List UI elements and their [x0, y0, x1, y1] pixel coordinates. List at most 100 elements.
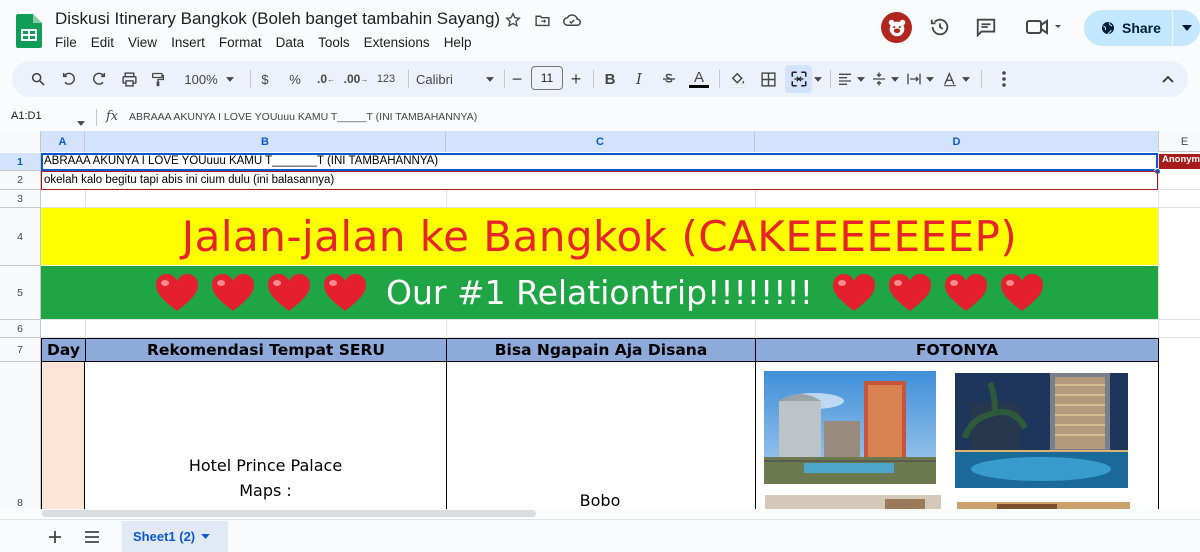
collapse-menus-icon[interactable] [1158, 67, 1178, 91]
row-header-3[interactable]: 3 [0, 190, 41, 208]
place-maps-label[interactable]: Maps : [86, 481, 445, 500]
row-header-6[interactable]: 6 [0, 320, 41, 338]
star-icon[interactable] [503, 10, 523, 30]
print-icon[interactable] [117, 67, 141, 91]
name-box[interactable]: A1:D1 [11, 110, 42, 122]
increase-font-size-button[interactable]: + [567, 67, 585, 91]
place-name[interactable]: Hotel Prince Palace [86, 456, 445, 475]
decrease-decimal-button[interactable]: .0 ← [314, 67, 338, 91]
share-button[interactable]: Share [1084, 10, 1200, 46]
row-header-1[interactable]: 1 [0, 153, 41, 171]
heart-icon [832, 273, 875, 311]
row-header-2[interactable]: 2 [0, 171, 41, 190]
font-family-select[interactable]: Calibri [416, 67, 494, 91]
undo-icon[interactable] [57, 67, 81, 91]
fill-color-icon[interactable] [726, 67, 750, 91]
anonymous-user-avatar[interactable] [881, 12, 912, 43]
horizontal-scrollbar[interactable] [0, 509, 1200, 519]
header-activity-cell[interactable]: Bisa Ngapain Aja Disana [446, 338, 756, 362]
more-formats-button[interactable]: 123 [373, 67, 399, 91]
menu-tools[interactable]: Tools [311, 33, 357, 52]
banner-title-cell[interactable]: Jalan-jalan ke Bangkok (CAKEEEEEEEP) [41, 208, 1158, 265]
row-header-8[interactable]: 8 [0, 362, 41, 509]
gridline [41, 319, 1200, 320]
strikethrough-icon[interactable] [658, 67, 680, 91]
gridline [755, 190, 756, 208]
banner-subtitle-cell[interactable]: Our #1 Relationtrip!!!!!!!! [41, 266, 1158, 319]
font-size-input[interactable]: 11 [531, 66, 563, 90]
formula-input[interactable]: ABRAAA AKUNYA I LOVE YOUuuu KAMU T_____T… [129, 111, 477, 123]
decrease-font-size-button[interactable]: − [508, 67, 526, 91]
cell-a2[interactable]: okelah kalo begitu tapi abis ini cium du… [44, 174, 334, 186]
column-header-d[interactable]: D [755, 131, 1159, 152]
hotel-room-photo[interactable] [765, 495, 941, 509]
percent-format-button[interactable]: % [287, 67, 303, 91]
menu-insert[interactable]: Insert [164, 33, 212, 52]
zoom-select[interactable]: 100% [178, 67, 240, 91]
column-header-e[interactable]: E [1159, 131, 1200, 152]
banner-subtitle: Our #1 Relationtrip!!!!!!!! [386, 273, 813, 312]
hotel-restaurant-photo[interactable] [957, 499, 1130, 509]
name-box-dropdown-icon[interactable] [77, 113, 85, 131]
activity-text[interactable]: Bobo [446, 491, 754, 509]
horizontal-align-icon[interactable] [836, 67, 866, 91]
header-day-cell[interactable]: Day [41, 338, 86, 362]
menu-file[interactable]: File [48, 33, 84, 52]
banner-title: Jalan-jalan ke Bangkok (CAKEEEEEEEP) [181, 212, 1018, 261]
redo-icon[interactable] [87, 67, 111, 91]
formula-divider [96, 109, 97, 126]
hotel-exterior-photo[interactable] [764, 371, 936, 484]
comments-icon[interactable] [973, 14, 999, 40]
version-history-icon[interactable] [927, 14, 953, 40]
spreadsheet-grid[interactable]: A B C D E 1 2 3 4 5 6 7 8 ABRAAA AKUNYA … [0, 131, 1200, 509]
select-all-corner[interactable] [0, 131, 41, 152]
paint-format-icon[interactable] [146, 67, 170, 91]
menu-extensions[interactable]: Extensions [357, 33, 437, 52]
header-place-cell[interactable]: Rekomendasi Tempat SERU [85, 338, 447, 362]
text-color-button[interactable]: A [687, 67, 711, 91]
row-header-4[interactable]: 4 [0, 208, 41, 266]
currency-format-button[interactable]: $ [257, 67, 273, 91]
move-folder-icon[interactable] [532, 10, 552, 30]
horizontal-scrollbar-thumb[interactable] [42, 510, 536, 517]
column-header-c[interactable]: C [446, 131, 755, 152]
share-main-button[interactable]: Share [1084, 10, 1172, 46]
globe-icon [1102, 22, 1114, 35]
add-sheet-icon[interactable] [46, 528, 64, 546]
meet-video-icon[interactable] [1023, 14, 1065, 40]
more-options-icon[interactable] [994, 67, 1014, 91]
menu-format[interactable]: Format [212, 33, 269, 52]
sheets-logo-icon[interactable] [16, 14, 42, 48]
bold-button[interactable]: B [600, 67, 620, 91]
toolbar-divider [593, 70, 594, 88]
heart-icon [212, 273, 255, 311]
document-title[interactable]: Diskusi Itinerary Bangkok (Boleh banget … [55, 9, 500, 29]
title-bar: Diskusi Itinerary Bangkok (Boleh banget … [0, 0, 1200, 58]
increase-decimal-button[interactable]: .00 → [342, 67, 370, 91]
cloud-status-icon[interactable] [562, 10, 582, 30]
sheet-tab-active[interactable]: Sheet1 (2) [122, 521, 228, 552]
borders-icon[interactable] [756, 67, 780, 91]
day-cell[interactable] [41, 362, 85, 509]
merge-cells-icon[interactable] [786, 67, 811, 91]
hotel-pool-photo[interactable] [955, 373, 1128, 488]
all-sheets-icon[interactable] [83, 528, 101, 546]
italic-button[interactable]: I [629, 67, 649, 91]
merge-dropdown-icon[interactable] [813, 67, 823, 91]
row-header-5[interactable]: 5 [0, 266, 41, 320]
text-rotation-icon[interactable] [940, 67, 972, 91]
column-header-a[interactable]: A [41, 131, 85, 152]
vertical-align-icon[interactable] [870, 67, 900, 91]
column-header-b[interactable]: B [85, 131, 446, 152]
menu-data[interactable]: Data [269, 33, 312, 52]
collaborator-cursor-tag: Anonym [1159, 154, 1200, 169]
search-menus-icon[interactable] [26, 67, 50, 91]
row-header-7[interactable]: 7 [0, 338, 41, 362]
fx-icon: fx [106, 109, 119, 124]
share-dropdown-icon[interactable] [1173, 25, 1200, 31]
header-photo-cell[interactable]: FOTONYA [755, 338, 1159, 362]
menu-edit[interactable]: Edit [84, 33, 121, 52]
text-wrap-icon[interactable] [905, 67, 935, 91]
menu-help[interactable]: Help [437, 33, 479, 52]
menu-view[interactable]: View [121, 33, 164, 52]
